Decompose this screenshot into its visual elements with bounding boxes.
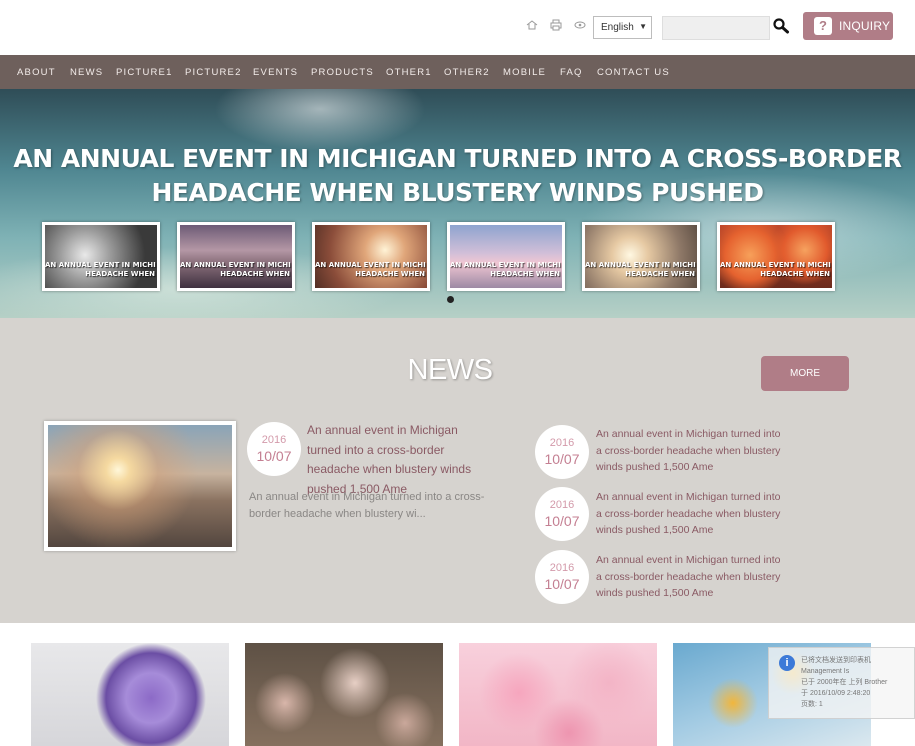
language-value: English xyxy=(601,22,634,33)
date-year: 2016 xyxy=(549,499,575,511)
popup-line: 已将文档发送到印表机 xyxy=(801,657,871,664)
news-section: NEWS MORE 2016 10/07 An annual event in … xyxy=(0,318,915,623)
favorite-icon[interactable] xyxy=(574,19,586,31)
print-icon[interactable] xyxy=(550,19,562,31)
thumb-caption-line2: HEADACHE WHEN xyxy=(220,270,290,278)
popup-text: 已将文档发送到印表机 Management Is 已于 2000年在 上列 Br… xyxy=(801,655,887,710)
slider-thumb[interactable]: AN ANNUAL EVENT IN MICHI HEADACHE WHEN xyxy=(177,222,295,291)
featured-news-image[interactable] xyxy=(44,421,236,551)
thumb-caption-line2: HEADACHE WHEN xyxy=(490,270,560,278)
nav-item-about[interactable]: ABOUT xyxy=(17,67,56,78)
thumb-caption-line2: HEADACHE WHEN xyxy=(355,270,425,278)
thumb-caption-line1: AN ANNUAL EVENT IN MICHI xyxy=(315,261,426,269)
hero-title-line2: HEADACHE WHEN BLUSTERY WINDS PUSHED xyxy=(151,178,764,207)
question-icon: ? xyxy=(814,17,832,35)
news-item-text[interactable]: An annual event in Michigan turned into … xyxy=(596,552,786,602)
thumb-caption-line1: AN ANNUAL EVENT IN MICHI xyxy=(180,261,291,269)
more-button[interactable]: MORE xyxy=(761,356,849,391)
nav-item-other1[interactable]: OTHER1 xyxy=(386,67,432,78)
thumb-caption-line2: HEADACHE WHEN xyxy=(625,270,695,278)
popup-line: 已于 2000年在 上列 Brother xyxy=(801,679,888,686)
slider-thumb[interactable]: AN ANNUAL EVENT IN MICHI HEADACHE WHEN xyxy=(312,222,430,291)
news-date-badge: 2016 10/07 xyxy=(535,425,589,479)
news-date-badge: 2016 10/07 xyxy=(535,550,589,604)
nav-item-other2[interactable]: OTHER2 xyxy=(444,67,490,78)
thumb-caption-line2: HEADACHE WHEN xyxy=(760,270,830,278)
featured-description: An annual event in Michigan turned into … xyxy=(249,491,485,520)
info-icon: i xyxy=(779,655,795,671)
thumb-caption-line1: AN ANNUAL EVENT IN MICHI xyxy=(450,261,561,269)
hero-slider: AN ANNUAL EVENT IN MICHIGAN TURNED INTO … xyxy=(0,89,915,318)
home-icon[interactable] xyxy=(526,19,538,31)
date-year: 2016 xyxy=(261,434,287,446)
featured-date-badge: 2016 10/07 xyxy=(247,422,301,476)
thumb-caption-line1: AN ANNUAL EVENT IN MICHI xyxy=(720,261,831,269)
popup-line: 于 2016/10/09 2:48:20 xyxy=(801,690,871,697)
news-date-badge: 2016 10/07 xyxy=(535,487,589,541)
nav-item-faq[interactable]: FAQ xyxy=(560,67,583,78)
popup-line: 页数: 1 xyxy=(801,701,823,708)
hero-title-line1: AN ANNUAL EVENT IN MICHIGAN TURNED INTO … xyxy=(13,144,902,173)
featured-headline[interactable]: An annual event in Michigan turned into … xyxy=(307,421,487,499)
slider-thumb[interactable]: AN ANNUAL EVENT IN MICHI HEADACHE WHEN xyxy=(717,222,835,291)
nav-item-contact-us[interactable]: CONTACT US xyxy=(597,67,670,78)
nav-item-products[interactable]: PRODUCTS xyxy=(311,67,374,78)
gallery-image[interactable] xyxy=(459,643,657,746)
inquiry-button[interactable]: ? INQUIRY xyxy=(803,12,893,40)
print-notification-popup[interactable]: i 已将文档发送到印表机 Management Is 已于 2000年在 上列 … xyxy=(768,647,915,719)
gallery-image[interactable] xyxy=(245,643,443,746)
main-nav: ABOUT NEWS PICTURE1 PICTURE2 EVENTS PROD… xyxy=(0,55,915,89)
nav-item-mobile[interactable]: MOBILE xyxy=(503,67,546,78)
language-select[interactable]: English ▼ xyxy=(593,16,652,39)
slider-thumb[interactable]: AN ANNUAL EVENT IN MICHI HEADACHE WHEN xyxy=(582,222,700,291)
search-input[interactable] xyxy=(662,16,770,40)
nav-item-events[interactable]: EVENTS xyxy=(253,67,298,78)
header: English ▼ ? INQUIRY xyxy=(0,0,915,55)
news-title: NEWS xyxy=(407,354,494,386)
news-item-text[interactable]: An annual event in Michigan turned into … xyxy=(596,426,786,476)
slider-thumb[interactable]: AN ANNUAL EVENT IN MICHI HEADACHE WHEN xyxy=(42,222,160,291)
thumb-caption-line2: HEADACHE WHEN xyxy=(85,270,155,278)
date-month-day: 10/07 xyxy=(256,448,292,464)
news-item-text[interactable]: An annual event in Michigan turned into … xyxy=(596,489,786,539)
slider-dot[interactable] xyxy=(447,296,454,303)
thumb-caption-line1: AN ANNUAL EVENT IN MICHI xyxy=(45,261,156,269)
date-month-day: 10/07 xyxy=(544,451,580,467)
nav-item-picture2[interactable]: PICTURE2 xyxy=(185,67,242,78)
gallery-image[interactable] xyxy=(31,643,229,746)
thumb-caption-line1: AN ANNUAL EVENT IN MICHI xyxy=(585,261,696,269)
date-year: 2016 xyxy=(549,562,575,574)
chevron-down-icon: ▼ xyxy=(639,22,647,31)
date-month-day: 10/07 xyxy=(544,513,580,529)
date-month-day: 10/07 xyxy=(544,576,580,592)
popup-line: Management Is xyxy=(801,668,850,675)
nav-item-news[interactable]: NEWS xyxy=(70,67,103,78)
inquiry-label: INQUIRY xyxy=(839,19,891,33)
nav-item-picture1[interactable]: PICTURE1 xyxy=(116,67,173,78)
search-icon[interactable] xyxy=(772,17,790,35)
date-year: 2016 xyxy=(549,437,575,449)
slider-thumb[interactable]: AN ANNUAL EVENT IN MICHI HEADACHE WHEN xyxy=(447,222,565,291)
